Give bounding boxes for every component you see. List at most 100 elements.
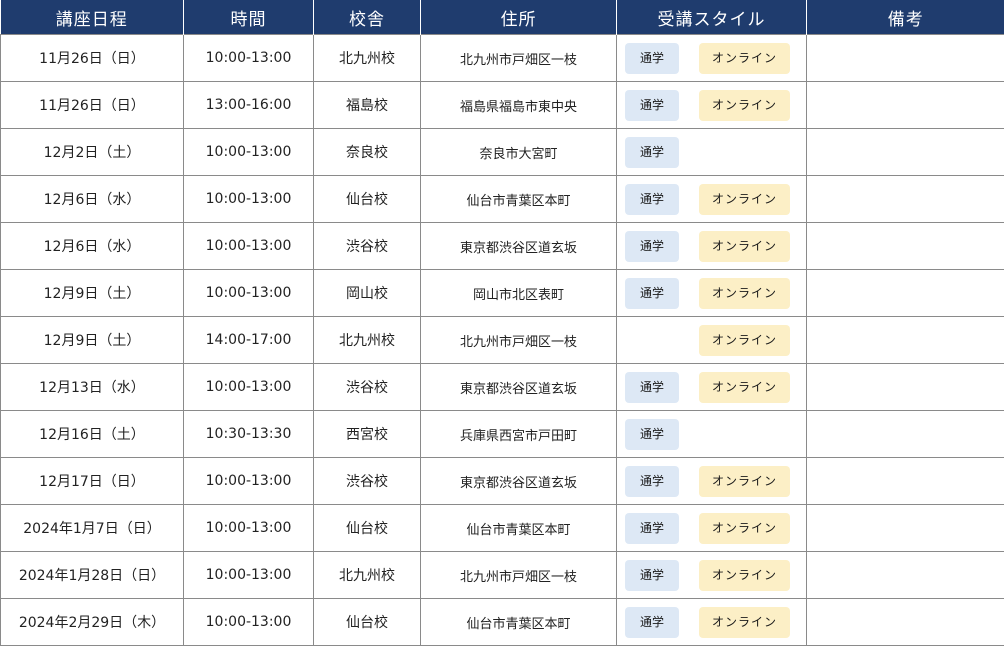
- address-cell: 北九州市戸畑区一枝: [420, 316, 617, 364]
- schedule-table: 講座日程 時間 校舎 住所 受講スタイル 備考 11月26日（日） 10:00-1…: [0, 0, 1004, 646]
- header-notes: 備考: [806, 0, 1004, 35]
- notes-cell: [806, 457, 1004, 505]
- online-badge: オンライン: [699, 277, 790, 309]
- online-badge: オンライン: [699, 183, 790, 215]
- online-badge: オンライン: [699, 512, 790, 544]
- style-cell: 通学 オンライン: [616, 175, 807, 223]
- commute-badge: 通学: [625, 230, 679, 262]
- header-date: 講座日程: [0, 0, 184, 35]
- school-cell: 渋谷校: [313, 363, 421, 411]
- notes-cell: [806, 316, 1004, 364]
- notes-cell: [806, 551, 1004, 599]
- header-school: 校舎: [313, 0, 421, 35]
- notes-cell: [806, 504, 1004, 552]
- time-cell: 13:00-16:00: [183, 81, 314, 129]
- date-cell: 2024年1月28日（日）: [0, 551, 184, 599]
- date-cell: 12月9日（土）: [0, 316, 184, 364]
- address-cell: 北九州市戸畑区一枝: [420, 34, 617, 82]
- date-cell: 2024年1月7日（日）: [0, 504, 184, 552]
- online-badge: オンライン: [699, 465, 790, 497]
- table-row: 11月26日（日） 13:00-16:00 福島校 福島県福島市東中央 通学 オンライン: [0, 81, 1004, 129]
- style-cell: 通学 オンライン: [616, 363, 807, 411]
- school-cell: 渋谷校: [313, 222, 421, 270]
- style-cell: オンライン: [616, 316, 807, 364]
- school-cell: 渋谷校: [313, 457, 421, 505]
- commute-badge: 通学: [625, 42, 679, 74]
- commute-badge: 通学: [625, 371, 679, 403]
- school-cell: 北九州校: [313, 551, 421, 599]
- online-badge: オンライン: [699, 89, 790, 121]
- commute-badge: 通学: [625, 418, 679, 450]
- time-cell: 10:00-13:00: [183, 363, 314, 411]
- address-cell: 仙台市青葉区本町: [420, 598, 617, 646]
- notes-cell: [806, 410, 1004, 458]
- date-cell: 12月16日（土）: [0, 410, 184, 458]
- style-cell: 通学 オンライン: [616, 269, 807, 317]
- table-row: 12月2日（土） 10:00-13:00 奈良校 奈良市大宮町 通学: [0, 128, 1004, 176]
- commute-badge: 通学: [625, 559, 679, 591]
- commute-badge: 通学: [625, 277, 679, 309]
- style-cell: 通学 オンライン: [616, 222, 807, 270]
- table-row: 12月6日（水） 10:00-13:00 仙台校 仙台市青葉区本町 通学 オンライン: [0, 175, 1004, 223]
- notes-cell: [806, 598, 1004, 646]
- notes-cell: [806, 175, 1004, 223]
- address-cell: 福島県福島市東中央: [420, 81, 617, 129]
- online-badge: オンライン: [699, 371, 790, 403]
- commute-badge: 通学: [625, 89, 679, 121]
- school-cell: 北九州校: [313, 316, 421, 364]
- address-cell: 北九州市戸畑区一枝: [420, 551, 617, 599]
- notes-cell: [806, 222, 1004, 270]
- notes-cell: [806, 363, 1004, 411]
- notes-cell: [806, 81, 1004, 129]
- style-cell: 通学 オンライン: [616, 504, 807, 552]
- style-cell: 通学: [616, 128, 807, 176]
- table-row: 2024年1月7日（日） 10:00-13:00 仙台校 仙台市青葉区本町 通学 オンライ…: [0, 504, 1004, 552]
- header-time: 時間: [183, 0, 314, 35]
- date-cell: 11月26日（日）: [0, 81, 184, 129]
- time-cell: 10:00-13:00: [183, 34, 314, 82]
- date-cell: 11月26日（日）: [0, 34, 184, 82]
- time-cell: 10:30-13:30: [183, 410, 314, 458]
- address-cell: 東京都渋谷区道玄坂: [420, 222, 617, 270]
- commute-badge: 通学: [625, 136, 679, 168]
- commute-badge: 通学: [625, 465, 679, 497]
- style-cell: 通学 オンライン: [616, 457, 807, 505]
- online-badge: オンライン: [699, 324, 790, 356]
- school-cell: 仙台校: [313, 598, 421, 646]
- notes-cell: [806, 34, 1004, 82]
- table-body: 11月26日（日） 10:00-13:00 北九州校 北九州市戸畑区一枝 通学 オンライン…: [0, 34, 1004, 646]
- table-row: 12月9日（土） 10:00-13:00 岡山校 岡山市北区表町 通学 オンライン: [0, 269, 1004, 317]
- time-cell: 10:00-13:00: [183, 128, 314, 176]
- online-badge: オンライン: [699, 230, 790, 262]
- style-cell: 通学 オンライン: [616, 598, 807, 646]
- commute-badge: 通学: [625, 606, 679, 638]
- table-row: 2024年2月29日（木） 10:00-13:00 仙台校 仙台市青葉区本町 通学 オンラ…: [0, 598, 1004, 646]
- style-cell: 通学 オンライン: [616, 551, 807, 599]
- date-cell: 2024年2月29日（木）: [0, 598, 184, 646]
- school-cell: 仙台校: [313, 504, 421, 552]
- online-badge: オンライン: [699, 559, 790, 591]
- table-row: 12月6日（水） 10:00-13:00 渋谷校 東京都渋谷区道玄坂 通学 オンライン: [0, 222, 1004, 270]
- date-cell: 12月2日（土）: [0, 128, 184, 176]
- header-address: 住所: [420, 0, 617, 35]
- table-row: 12月9日（土） 14:00-17:00 北九州校 北九州市戸畑区一枝 オンライン: [0, 316, 1004, 364]
- notes-cell: [806, 128, 1004, 176]
- address-cell: 奈良市大宮町: [420, 128, 617, 176]
- school-cell: 北九州校: [313, 34, 421, 82]
- school-cell: 福島校: [313, 81, 421, 129]
- commute-slot-empty: [625, 325, 679, 356]
- online-badge: オンライン: [699, 606, 790, 638]
- table-header: 講座日程 時間 校舎 住所 受講スタイル 備考: [0, 0, 1004, 35]
- table-row: 11月26日（日） 10:00-13:00 北九州校 北九州市戸畑区一枝 通学 オンライン: [0, 34, 1004, 82]
- address-cell: 仙台市青葉区本町: [420, 175, 617, 223]
- style-cell: 通学 オンライン: [616, 34, 807, 82]
- school-cell: 仙台校: [313, 175, 421, 223]
- address-cell: 兵庫県西宮市戸田町: [420, 410, 617, 458]
- notes-cell: [806, 269, 1004, 317]
- style-cell: 通学 オンライン: [616, 81, 807, 129]
- header-row: 講座日程 時間 校舎 住所 受講スタイル 備考: [0, 0, 1004, 35]
- school-cell: 西宮校: [313, 410, 421, 458]
- date-cell: 12月9日（土）: [0, 269, 184, 317]
- date-cell: 12月13日（水）: [0, 363, 184, 411]
- time-cell: 10:00-13:00: [183, 175, 314, 223]
